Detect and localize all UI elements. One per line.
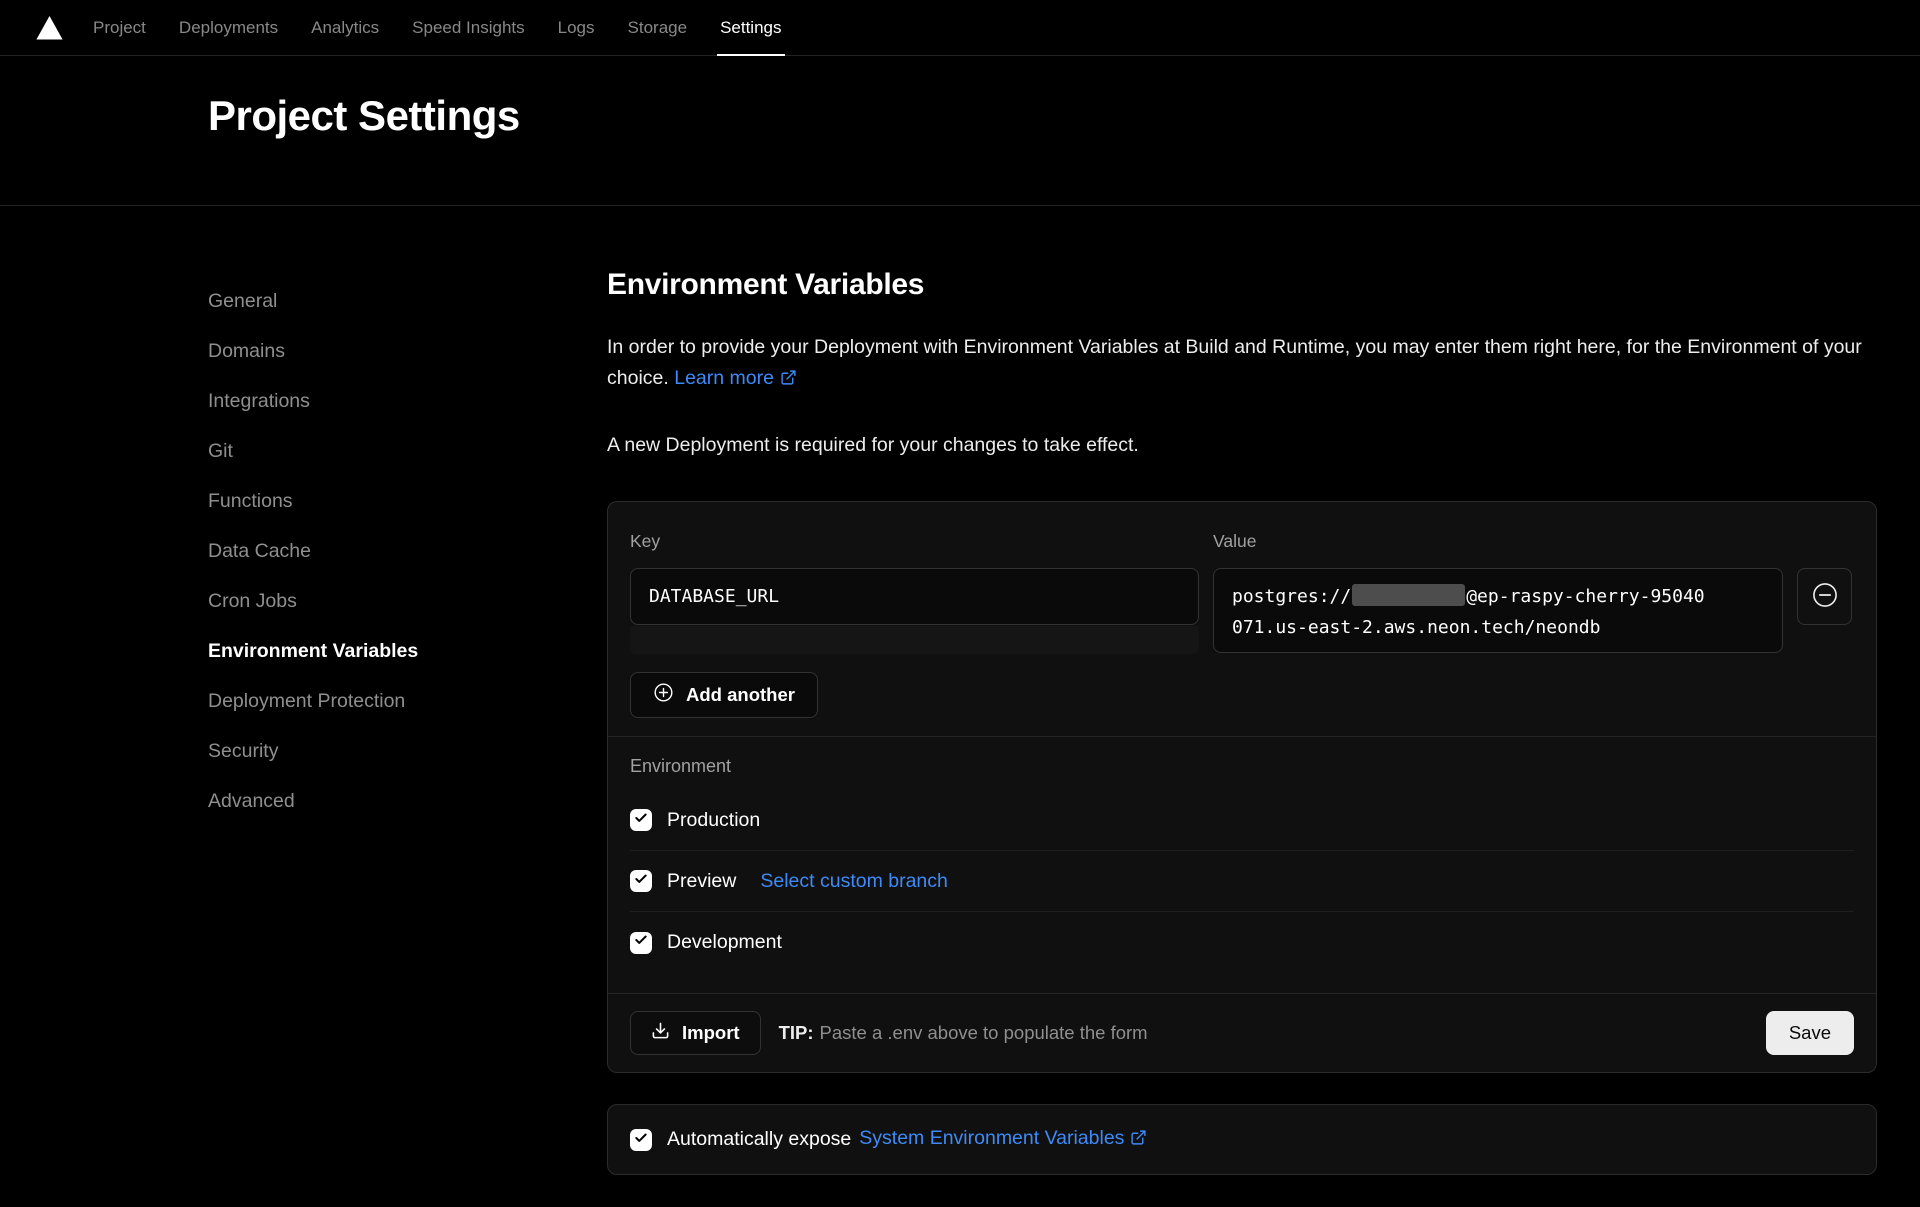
remove-column bbox=[1797, 526, 1852, 654]
check-icon bbox=[634, 811, 648, 830]
select-custom-branch-link[interactable]: Select custom branch bbox=[760, 870, 948, 893]
nav-tab-analytics[interactable]: Analytics bbox=[311, 0, 379, 55]
remove-row-button[interactable] bbox=[1797, 568, 1852, 625]
nav-tab-settings[interactable]: Settings bbox=[720, 0, 781, 55]
tip-prefix: TIP: bbox=[779, 1022, 814, 1043]
check-icon bbox=[634, 933, 648, 952]
development-label: Development bbox=[667, 931, 782, 954]
vercel-logo-icon[interactable] bbox=[36, 16, 63, 40]
env-vars-card: Key DATABASE_URL Value postgres:// @ep-ra… bbox=[607, 501, 1877, 1073]
nav-tab-project[interactable]: Project bbox=[93, 0, 146, 55]
add-another-label: Add another bbox=[686, 684, 795, 706]
environment-label: Environment bbox=[630, 755, 1854, 777]
section-heading: Environment Variables bbox=[607, 268, 1877, 302]
sidebar-item-security[interactable]: Security bbox=[208, 726, 607, 776]
nav-tab-speed-insights[interactable]: Speed Insights bbox=[412, 0, 524, 55]
preview-label: Preview bbox=[667, 870, 736, 893]
tip-body: Paste a .env above to populate the form bbox=[820, 1022, 1148, 1043]
sidebar-item-cron-jobs[interactable]: Cron Jobs bbox=[208, 576, 607, 626]
learn-more-label: Learn more bbox=[674, 367, 774, 389]
env-row-production: Production bbox=[630, 790, 1854, 851]
nav-tabs: Project Deployments Analytics Speed Insi… bbox=[93, 0, 782, 55]
external-link-icon bbox=[780, 365, 797, 396]
nav-tab-storage[interactable]: Storage bbox=[628, 0, 688, 55]
settings-sidebar: General Domains Integrations Git Functio… bbox=[208, 206, 607, 1175]
preview-checkbox[interactable] bbox=[630, 870, 652, 892]
environment-section: Environment Production Preview Select cu bbox=[608, 737, 1876, 993]
add-another-button[interactable]: Add another bbox=[630, 672, 818, 718]
import-button[interactable]: Import bbox=[630, 1011, 761, 1055]
nav-tab-logs[interactable]: Logs bbox=[558, 0, 595, 55]
value-line1-suffix: @ep-raspy-cherry-95040 bbox=[1466, 586, 1704, 607]
save-button[interactable]: Save bbox=[1766, 1011, 1854, 1055]
external-link-icon bbox=[1130, 1129, 1147, 1152]
sidebar-item-domains[interactable]: Domains bbox=[208, 326, 607, 376]
value-column: Value postgres:// @ep-raspy-cherry-95040 … bbox=[1213, 526, 1783, 654]
main-panel: Environment Variables In order to provid… bbox=[607, 206, 1877, 1175]
system-env-link-label: System Environment Variables bbox=[859, 1127, 1124, 1149]
key-input[interactable]: DATABASE_URL bbox=[630, 568, 1199, 625]
content: General Domains Integrations Git Functio… bbox=[0, 206, 1920, 1175]
key-value-section: Key DATABASE_URL Value postgres:// @ep-ra… bbox=[608, 502, 1876, 736]
value-input[interactable]: postgres:// @ep-raspy-cherry-95040 071.us… bbox=[1213, 568, 1783, 653]
system-env-link[interactable]: System Environment Variables bbox=[859, 1127, 1147, 1152]
system-env-checkbox[interactable] bbox=[630, 1129, 652, 1151]
key-input-secondary-row[interactable] bbox=[630, 626, 1199, 654]
sidebar-item-advanced[interactable]: Advanced bbox=[208, 776, 607, 826]
sidebar-item-deployment-protection[interactable]: Deployment Protection bbox=[208, 676, 607, 726]
sidebar-item-git[interactable]: Git bbox=[208, 426, 607, 476]
system-env-text: Automatically expose bbox=[667, 1128, 851, 1151]
value-line1-prefix: postgres:// bbox=[1232, 586, 1351, 607]
card-footer: Import TIP: Paste a .env above to populat… bbox=[608, 993, 1876, 1072]
section-description: In order to provide your Deployment with… bbox=[607, 332, 1877, 396]
sidebar-item-functions[interactable]: Functions bbox=[208, 476, 607, 526]
sidebar-item-environment-variables[interactable]: Environment Variables bbox=[208, 626, 607, 676]
sidebar-item-integrations[interactable]: Integrations bbox=[208, 376, 607, 426]
plus-circle-icon bbox=[653, 682, 674, 708]
development-checkbox[interactable] bbox=[630, 932, 652, 954]
nav-tab-deployments[interactable]: Deployments bbox=[179, 0, 278, 55]
page-header: Project Settings bbox=[0, 56, 1920, 206]
page-title: Project Settings bbox=[208, 90, 1920, 142]
learn-more-link[interactable]: Learn more bbox=[674, 367, 797, 389]
key-column: Key DATABASE_URL bbox=[630, 526, 1199, 654]
top-nav: Project Deployments Analytics Speed Insi… bbox=[0, 0, 1920, 56]
sidebar-item-general[interactable]: General bbox=[208, 276, 607, 326]
check-icon bbox=[634, 1128, 648, 1151]
sidebar-item-data-cache[interactable]: Data Cache bbox=[208, 526, 607, 576]
value-label: Value bbox=[1213, 526, 1783, 552]
download-icon bbox=[651, 1021, 670, 1045]
check-icon bbox=[634, 872, 648, 891]
env-row-preview: Preview Select custom branch bbox=[630, 851, 1854, 912]
env-row-development: Development bbox=[630, 912, 1854, 973]
production-checkbox[interactable] bbox=[630, 809, 652, 831]
deployment-note: A new Deployment is required for your ch… bbox=[607, 430, 1877, 461]
tip-text: TIP: Paste a .env above to populate the f… bbox=[779, 1022, 1148, 1044]
production-label: Production bbox=[667, 809, 760, 832]
value-line2: 071.us-east-2.aws.neon.tech/neondb bbox=[1232, 617, 1600, 638]
key-label: Key bbox=[630, 526, 1199, 552]
minus-circle-icon bbox=[1811, 581, 1839, 612]
system-env-card: Automatically expose System Environment … bbox=[607, 1104, 1877, 1175]
import-label: Import bbox=[682, 1022, 740, 1044]
redacted-credentials bbox=[1352, 584, 1465, 606]
